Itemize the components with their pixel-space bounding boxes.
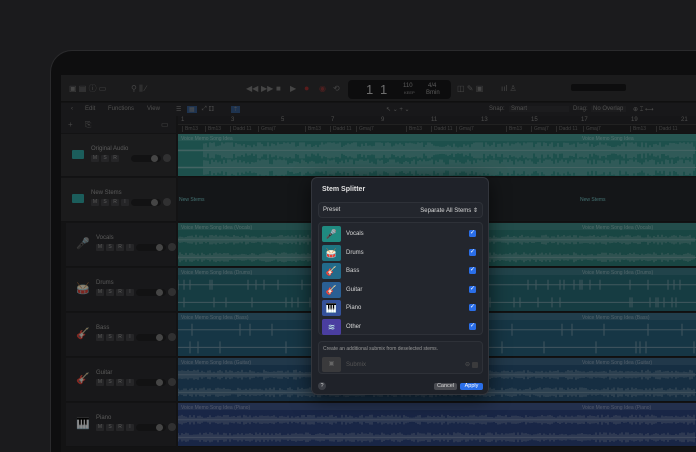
stem-checkbox[interactable]: ✓ bbox=[469, 304, 476, 311]
submix-checkbox[interactable] bbox=[472, 362, 478, 368]
stepper-icon: ⇕ bbox=[472, 208, 478, 214]
bass-icon: 🎸 bbox=[322, 263, 341, 279]
drums-icon: 🥁 bbox=[322, 244, 341, 261]
stem-row-vocals[interactable]: 🎤 Vocals ✓ bbox=[322, 225, 480, 243]
cancel-button[interactable]: Cancel bbox=[434, 383, 457, 390]
preset-select[interactable]: Separate All Stems ⇕ bbox=[420, 207, 478, 214]
stem-checkbox[interactable]: ✓ bbox=[469, 322, 476, 330]
stem-list: 🎤 Vocals ✓ 🥁 Drums ✓ 🎸 Bass ✓ 🎸 Guitar ✓ 🎹 Piano ✓ ≋ Oth… bbox=[318, 222, 483, 335]
stem-checkbox[interactable]: ✓ bbox=[469, 248, 476, 256]
stem-row-other[interactable]: ≋ Other ✓ bbox=[322, 318, 480, 336]
stem-label: Guitar bbox=[346, 286, 363, 293]
stem-row-guitar[interactable]: 🎸 Guitar ✓ bbox=[322, 281, 480, 299]
submix-box: Create an additional submix from deselec… bbox=[318, 341, 483, 374]
submix-mute-icon[interactable]: ⊖ bbox=[465, 361, 470, 368]
preset-label: Preset bbox=[323, 207, 341, 213]
stem-label: Piano bbox=[346, 305, 362, 311]
preset-row: Preset Separate All Stems ⇕ bbox=[318, 202, 483, 218]
stem-label: Drums bbox=[346, 249, 364, 256]
guitar-icon: 🎸 bbox=[322, 281, 341, 298]
stem-checkbox[interactable]: ✓ bbox=[469, 267, 476, 274]
stem-row-piano[interactable]: 🎹 Piano ✓ bbox=[322, 299, 480, 317]
dialog-title: Stem Splitter bbox=[322, 186, 366, 193]
preset-value: Separate All Stems bbox=[420, 208, 472, 214]
submix-hint: Create an additional submix from deselec… bbox=[323, 346, 439, 352]
submix-label: Submix bbox=[346, 362, 367, 368]
stem-label: Vocals bbox=[346, 231, 364, 237]
stem-row-drums[interactable]: 🥁 Drums ✓ bbox=[322, 244, 480, 262]
microphone-icon: 🎤 bbox=[322, 226, 341, 242]
help-button[interactable]: ? bbox=[318, 382, 326, 390]
piano-icon: 🎹 bbox=[322, 300, 341, 316]
stem-label: Other bbox=[346, 323, 362, 330]
waveform-icon: ≋ bbox=[322, 318, 341, 335]
stem-checkbox[interactable]: ✓ bbox=[469, 285, 476, 293]
stem-checkbox[interactable]: ✓ bbox=[469, 230, 476, 237]
stem-label: Bass bbox=[346, 268, 360, 274]
stem-splitter-dialog: Stem Splitter Preset Separate All Stems … bbox=[311, 177, 489, 395]
apply-button[interactable]: Apply bbox=[460, 383, 483, 390]
stem-row-bass[interactable]: 🎸 Bass ✓ bbox=[322, 262, 480, 280]
submix-icon: ▣ bbox=[322, 357, 341, 372]
